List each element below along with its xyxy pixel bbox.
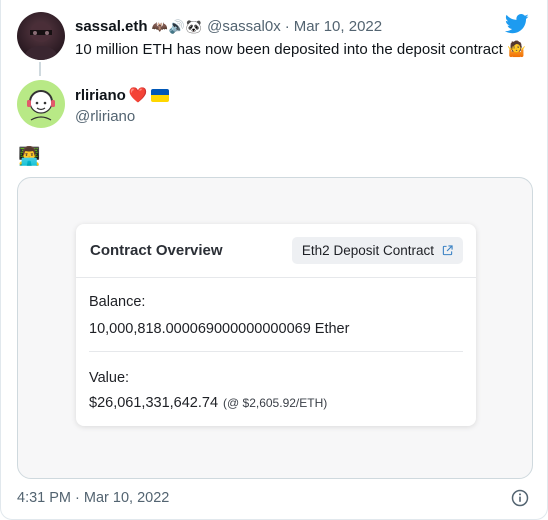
media-attachment[interactable]: Contract Overview Eth2 Deposit Contract … (17, 177, 533, 479)
balance-label: Balance: (89, 294, 146, 310)
reply-author-header: rliriano ❤️ (75, 86, 169, 104)
contract-overview-title: Contract Overview (90, 242, 223, 259)
value-amount: $26,061,331,642.74 (89, 395, 219, 411)
parent-date[interactable]: Mar 10, 2022 (294, 18, 382, 35)
tweet-timestamp[interactable]: 4:31 PM · Mar 10, 2022 (17, 490, 169, 506)
avatar-sassal-image (25, 22, 57, 60)
parent-tweet-emoji: 🤷 (506, 41, 526, 58)
value-row: $26,061,331,642.74 (@ $2,605.92/ETH) (89, 395, 327, 411)
info-icon[interactable] (511, 489, 529, 507)
value-rate: (@ $2,605.92/ETH) (223, 396, 328, 410)
contract-overview-header: Contract Overview Eth2 Deposit Contract (76, 224, 476, 278)
avatar-rliriano[interactable] (17, 80, 65, 128)
technologist-emoji: 👨‍💻 (18, 146, 41, 166)
parent-tweet-body: 10 million ETH has now been deposited in… (75, 41, 503, 58)
avatar-sassal[interactable] (17, 12, 65, 60)
contract-badge-label: Eth2 Deposit Contract (301, 243, 434, 258)
contract-overview-card: Contract Overview Eth2 Deposit Contract … (76, 224, 476, 426)
thread-connector (39, 62, 41, 76)
parent-name-emojis: 🦇🔊🐼 (151, 18, 204, 34)
heart-icon: ❤️ (128, 87, 148, 104)
overview-divider (89, 351, 463, 352)
parent-tweet-header: sassal.eth 🦇🔊🐼 @sassal0x · Mar 10, 2022 (75, 18, 382, 35)
value-label: Value: (89, 370, 130, 386)
balance-value: 10,000,818.000069000000000069 Ether (89, 321, 350, 337)
contract-badge: Eth2 Deposit Contract (291, 237, 463, 264)
parent-tweet-text: 10 million ETH has now been deposited in… (75, 40, 526, 58)
ukraine-flag-icon (150, 88, 169, 102)
twitter-bird-icon[interactable] (505, 14, 529, 34)
reply-display-name[interactable]: rliriano (75, 87, 126, 104)
avatar-rliriano-image (27, 90, 55, 121)
tweet-card: sassal.eth 🦇🔊🐼 @sassal0x · Mar 10, 2022 … (0, 0, 548, 520)
parent-display-name[interactable]: sassal.eth (75, 18, 148, 35)
reply-handle[interactable]: @rliriano (75, 108, 135, 125)
external-link-icon (442, 245, 453, 256)
parent-handle[interactable]: @sassal0x (207, 18, 281, 35)
parent-separator: · (284, 18, 290, 35)
